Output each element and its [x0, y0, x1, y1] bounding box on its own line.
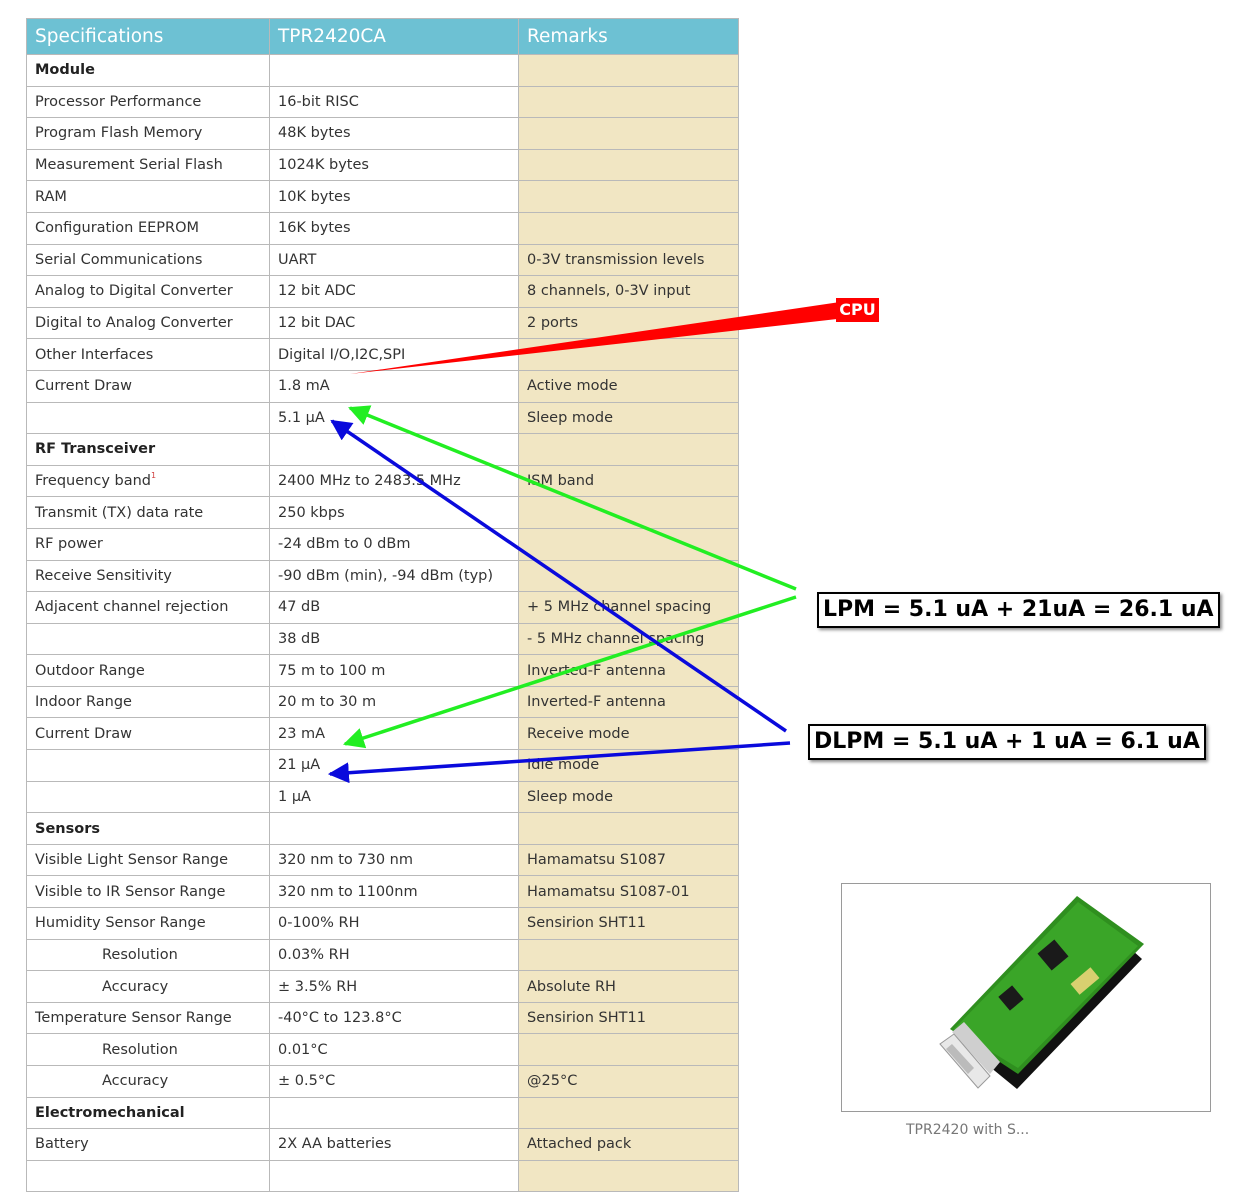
table-row: Battery 2X AA batteries Attached pack [26, 1128, 739, 1161]
cpu-label: CPU [836, 298, 879, 322]
table-row [26, 1159, 739, 1192]
dlpm-arrow-to-sleep [330, 419, 787, 733]
remark-cell: Attached pack [518, 1128, 739, 1161]
cpu-pointer-wedge [350, 302, 846, 374]
device-photo [841, 883, 1211, 1112]
lpm-callout: LPM = 5.1 uA + 21uA = 26.1 uA [817, 592, 1220, 628]
dlpm-arrow-to-rf-sleep [327, 741, 791, 784]
usb-mote-image [939, 896, 1144, 1089]
lpm-arrow-to-idle [343, 595, 797, 749]
value-cell [269, 1159, 519, 1192]
spec-label: Battery [35, 1136, 89, 1153]
remark-cell [518, 1159, 739, 1192]
lpm-arrow-to-sleep [348, 405, 797, 591]
spec-cell [26, 1159, 270, 1192]
photo-caption: TPR2420 with S... [906, 1122, 1030, 1138]
value-cell: 2X AA batteries [269, 1128, 519, 1161]
dlpm-callout: DLPM = 5.1 uA + 1 uA = 6.1 uA [808, 724, 1206, 760]
spec-cell: Battery [26, 1128, 270, 1161]
